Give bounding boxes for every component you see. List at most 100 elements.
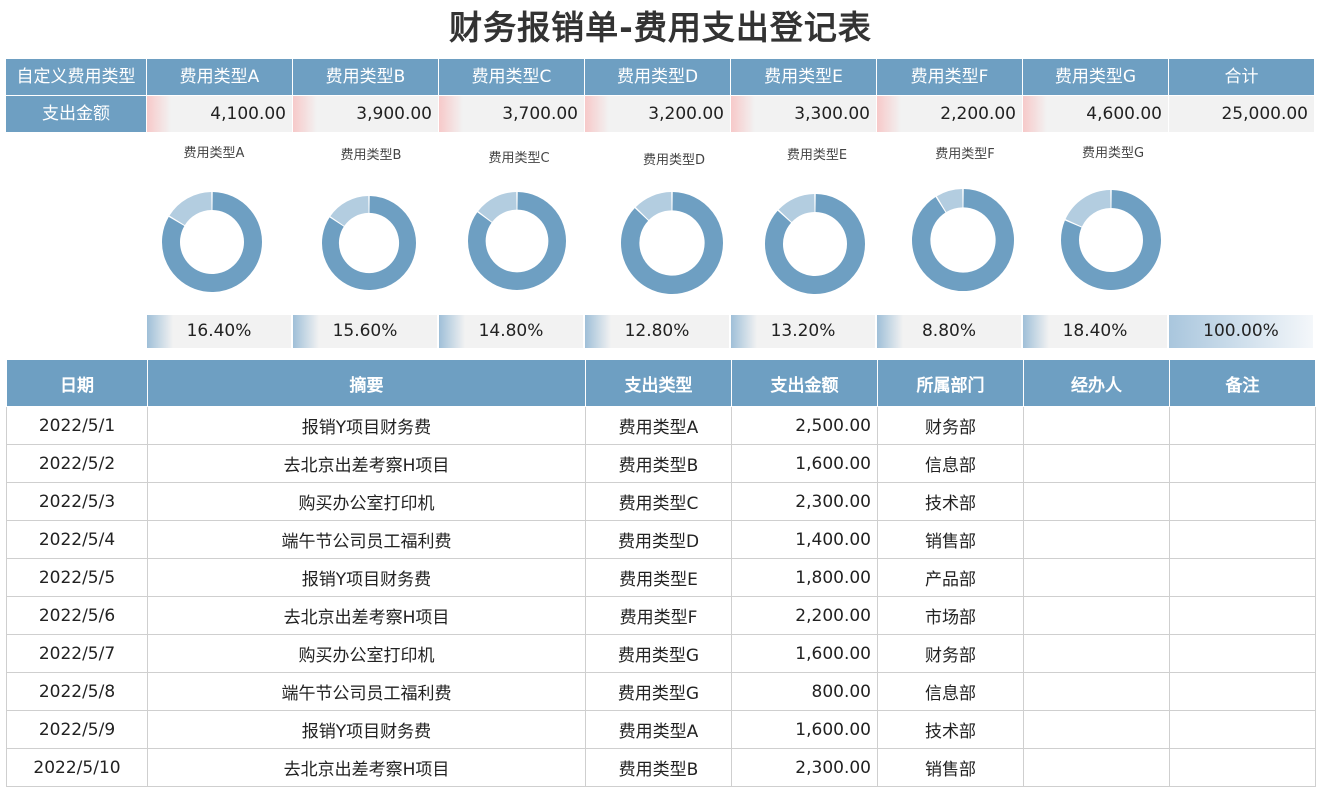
cell-handler[interactable] <box>1023 520 1170 559</box>
amount-cell[interactable]: 3,900.00 <box>293 96 439 132</box>
cell-amount[interactable]: 2,500.00 <box>731 406 878 445</box>
cell-department[interactable]: 信息部 <box>877 672 1024 711</box>
cell-summary[interactable]: 报销Y项目财务费 <box>147 406 586 445</box>
cell-handler[interactable] <box>1023 406 1170 445</box>
cell-date[interactable]: 2022/5/1 <box>6 406 148 445</box>
cell-remark[interactable] <box>1169 710 1316 749</box>
cell-summary[interactable]: 去北京出差考察H项目 <box>147 748 586 787</box>
col-header-department[interactable]: 所属部门 <box>877 359 1024 407</box>
cell-amount[interactable]: 2,200.00 <box>731 596 878 635</box>
cell-amount[interactable]: 1,600.00 <box>731 634 878 673</box>
cell-handler[interactable] <box>1023 634 1170 673</box>
cell-summary[interactable]: 报销Y项目财务费 <box>147 558 586 597</box>
cell-remark[interactable] <box>1169 520 1316 559</box>
percent-cell[interactable]: 16.40% <box>147 315 293 348</box>
amount-cell[interactable]: 3,300.00 <box>731 96 877 132</box>
category-header[interactable]: 费用类型E <box>731 59 877 95</box>
cell-type[interactable]: 费用类型A <box>585 710 732 749</box>
cell-amount[interactable]: 2,300.00 <box>731 748 878 787</box>
col-header-summary[interactable]: 摘要 <box>147 359 586 407</box>
category-header[interactable]: 费用类型C <box>439 59 585 95</box>
cell-type[interactable]: 费用类型G <box>585 634 732 673</box>
cell-summary[interactable]: 购买办公室打印机 <box>147 634 586 673</box>
cell-department[interactable]: 市场部 <box>877 596 1024 635</box>
cell-summary[interactable]: 端午节公司员工福利费 <box>147 520 586 559</box>
cell-type[interactable]: 费用类型B <box>585 444 732 483</box>
cell-summary[interactable]: 报销Y项目财务费 <box>147 710 586 749</box>
category-header[interactable]: 费用类型G <box>1023 59 1169 95</box>
cell-date[interactable]: 2022/5/8 <box>6 672 148 711</box>
cell-handler[interactable] <box>1023 558 1170 597</box>
category-header[interactable]: 费用类型D <box>585 59 731 95</box>
cell-handler[interactable] <box>1023 748 1170 787</box>
cell-type[interactable]: 费用类型B <box>585 748 732 787</box>
amount-cell[interactable]: 3,700.00 <box>439 96 585 132</box>
cell-type[interactable]: 费用类型A <box>585 406 732 445</box>
cell-date[interactable]: 2022/5/6 <box>6 596 148 635</box>
amount-cell[interactable]: 4,600.00 <box>1023 96 1169 132</box>
cell-date[interactable]: 2022/5/7 <box>6 634 148 673</box>
col-header-amount[interactable]: 支出金额 <box>731 359 878 407</box>
category-header[interactable]: 费用类型F <box>877 59 1023 95</box>
cell-date[interactable]: 2022/5/9 <box>6 710 148 749</box>
percent-cell[interactable]: 18.40% <box>1023 315 1169 348</box>
cell-amount[interactable]: 1,600.00 <box>731 710 878 749</box>
amount-cell[interactable]: 2,200.00 <box>877 96 1023 132</box>
cell-date[interactable]: 2022/5/10 <box>6 748 148 787</box>
cell-department[interactable]: 销售部 <box>877 520 1024 559</box>
col-header-remark[interactable]: 备注 <box>1169 359 1316 407</box>
cell-department[interactable]: 财务部 <box>877 634 1024 673</box>
cell-handler[interactable] <box>1023 710 1170 749</box>
amount-cell[interactable]: 3,200.00 <box>585 96 731 132</box>
cell-type[interactable]: 费用类型D <box>585 520 732 559</box>
cell-handler[interactable] <box>1023 482 1170 521</box>
percent-cell[interactable]: 8.80% <box>877 315 1023 348</box>
total-amount-cell[interactable]: 25,000.00 <box>1169 96 1315 132</box>
cell-summary[interactable]: 购买办公室打印机 <box>147 482 586 521</box>
cell-type[interactable]: 费用类型G <box>585 672 732 711</box>
cell-handler[interactable] <box>1023 672 1170 711</box>
cell-amount[interactable]: 2,300.00 <box>731 482 878 521</box>
cell-type[interactable]: 费用类型F <box>585 596 732 635</box>
cell-summary[interactable]: 端午节公司员工福利费 <box>147 672 586 711</box>
cell-amount[interactable]: 1,800.00 <box>731 558 878 597</box>
percent-cell[interactable]: 13.20% <box>731 315 877 348</box>
cell-date[interactable]: 2022/5/2 <box>6 444 148 483</box>
cell-date[interactable]: 2022/5/5 <box>6 558 148 597</box>
cell-date[interactable]: 2022/5/3 <box>6 482 148 521</box>
amount-cell[interactable]: 4,100.00 <box>147 96 293 132</box>
col-header-type[interactable]: 支出类型 <box>585 359 732 407</box>
cell-remark[interactable] <box>1169 634 1316 673</box>
cell-remark[interactable] <box>1169 444 1316 483</box>
category-header[interactable]: 费用类型B <box>293 59 439 95</box>
percent-cell[interactable]: 12.80% <box>585 315 731 348</box>
col-header-handler[interactable]: 经办人 <box>1023 359 1170 407</box>
percent-cell[interactable]: 14.80% <box>439 315 585 348</box>
cell-handler[interactable] <box>1023 444 1170 483</box>
cell-type[interactable]: 费用类型C <box>585 482 732 521</box>
cell-remark[interactable] <box>1169 748 1316 787</box>
cell-remark[interactable] <box>1169 482 1316 521</box>
cell-summary[interactable]: 去北京出差考察H项目 <box>147 444 586 483</box>
cell-department[interactable]: 信息部 <box>877 444 1024 483</box>
total-percent-cell[interactable]: 100.00% <box>1169 315 1315 348</box>
cell-remark[interactable] <box>1169 596 1316 635</box>
col-header-date[interactable]: 日期 <box>6 359 148 407</box>
cell-department[interactable]: 技术部 <box>877 482 1024 521</box>
cell-department[interactable]: 销售部 <box>877 748 1024 787</box>
category-header[interactable]: 费用类型A <box>147 59 293 95</box>
cell-type[interactable]: 费用类型E <box>585 558 732 597</box>
cell-department[interactable]: 产品部 <box>877 558 1024 597</box>
cell-amount[interactable]: 1,600.00 <box>731 444 878 483</box>
cell-handler[interactable] <box>1023 596 1170 635</box>
cell-amount[interactable]: 1,400.00 <box>731 520 878 559</box>
cell-date[interactable]: 2022/5/4 <box>6 520 148 559</box>
cell-remark[interactable] <box>1169 558 1316 597</box>
cell-amount[interactable]: 800.00 <box>731 672 878 711</box>
cell-summary[interactable]: 去北京出差考察H项目 <box>147 596 586 635</box>
cell-department[interactable]: 财务部 <box>877 406 1024 445</box>
cell-department[interactable]: 技术部 <box>877 710 1024 749</box>
percent-cell[interactable]: 15.60% <box>293 315 439 348</box>
cell-remark[interactable] <box>1169 672 1316 711</box>
cell-remark[interactable] <box>1169 406 1316 445</box>
